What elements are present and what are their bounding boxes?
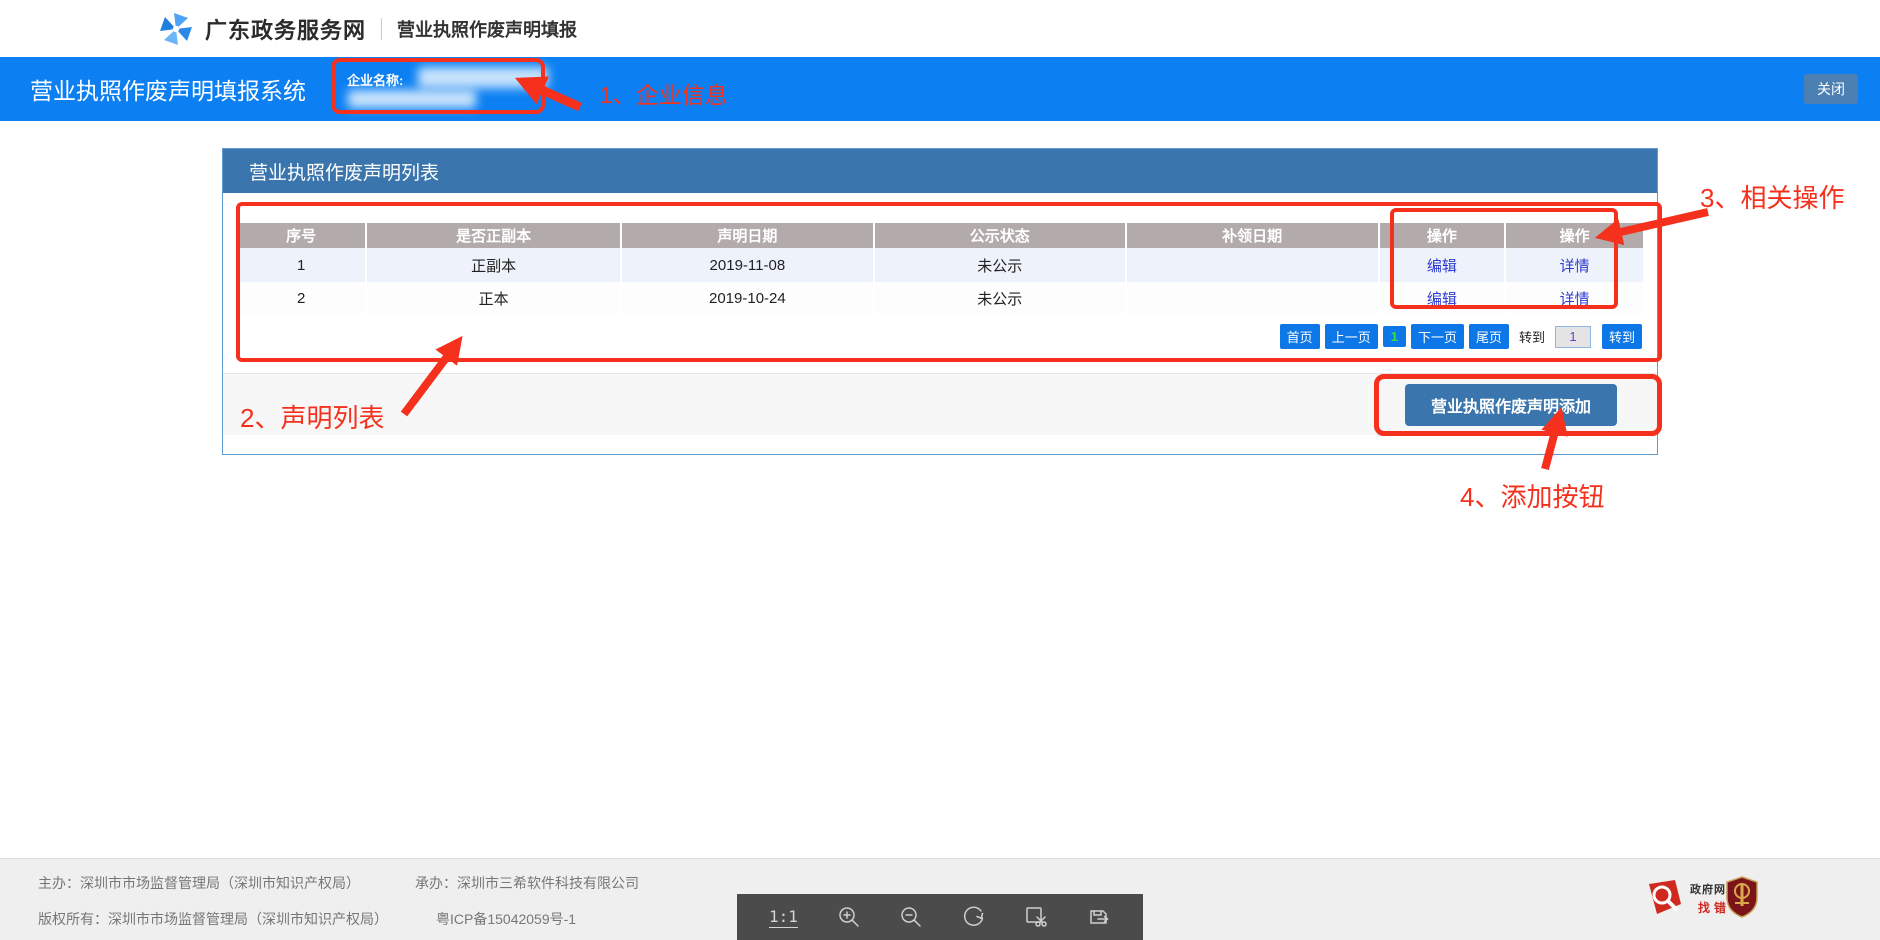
detail-link[interactable]: 详情 <box>1560 258 1590 275</box>
table-row: 2 正本 2019-10-24 未公示 编辑 详情 <box>237 282 1643 314</box>
image-viewer-toolbar: 1:1 <box>737 894 1143 940</box>
col-reissue-date: 补领日期 <box>1126 223 1379 248</box>
zoom-in-icon[interactable] <box>837 905 861 929</box>
crop-screenshot-icon[interactable] <box>1024 905 1048 929</box>
edit-link[interactable]: 编辑 <box>1427 258 1457 275</box>
app-title: 营业执照作废声明填报 <box>397 16 577 42</box>
cell-reissue-date <box>1126 282 1379 314</box>
cell-seq: 2 <box>237 282 366 314</box>
undertaker-label: 承办： <box>415 875 457 891</box>
panel-footer: 营业执照作废声明添加 <box>223 373 1657 435</box>
cell-seq: 1 <box>237 248 366 282</box>
copyright-value: 深圳市市场监督管理局（深圳市知识产权局） <box>108 911 388 927</box>
rotate-icon[interactable] <box>962 905 986 929</box>
annotation-label-operations: 3、相关操作 <box>1700 178 1844 215</box>
icp-number: 粤ICP备15042059号-1 <box>436 911 576 927</box>
col-copy-type: 是否正副本 <box>366 223 620 248</box>
site-header: 广东政务服务网 营业执照作废声明填报 <box>0 0 1880 57</box>
col-declare-date: 声明日期 <box>621 223 874 248</box>
redacted-company-name <box>418 67 548 88</box>
goto-label: 转到 <box>1519 327 1545 346</box>
brand-title: 广东政务服务网 <box>205 13 366 45</box>
col-publicity: 公示状态 <box>874 223 1126 248</box>
col-seq: 序号 <box>237 223 366 248</box>
panel-title: 营业执照作废声明列表 <box>249 158 439 185</box>
col-operation-1: 操作 <box>1379 223 1506 248</box>
page-current-button[interactable]: 1 <box>1383 326 1406 347</box>
close-button[interactable]: 关闭 <box>1804 74 1858 104</box>
declaration-list-panel: 营业执照作废声明列表 序号 是否正副本 声明日期 公示状态 补领日期 操作 操作 <box>222 148 1658 455</box>
page-last-button[interactable]: 尾页 <box>1469 324 1509 349</box>
header-divider <box>381 18 382 40</box>
page-next-button[interactable]: 下一页 <box>1411 324 1464 349</box>
annotation-label-add: 4、添加按钮 <box>1460 477 1604 514</box>
add-declaration-button[interactable]: 营业执照作废声明添加 <box>1405 384 1617 426</box>
annotation-arrows <box>0 0 1880 940</box>
zoom-out-icon[interactable] <box>899 905 923 929</box>
save-export-icon[interactable] <box>1087 905 1111 929</box>
cell-copy-type: 正副本 <box>366 248 620 282</box>
actual-size-button[interactable]: 1:1 <box>769 907 798 928</box>
copyright-label: 版权所有： <box>38 911 108 927</box>
annotation-overlay: 1、企业信息 2、声明列表 3、相关操作 4、添加按钮 <box>0 0 1880 940</box>
pagination: 首页 上一页 1 下一页 尾页 转到 转到 <box>223 324 1642 349</box>
cell-copy-type: 正本 <box>366 282 620 314</box>
host-label: 主办： <box>38 875 80 891</box>
cell-reissue-date <box>1126 248 1379 282</box>
gov-site-error-badge[interactable]: 政府网站 找错 <box>1645 878 1738 918</box>
cell-declare-date: 2019-11-08 <box>621 248 874 282</box>
declaration-table: 序号 是否正副本 声明日期 公示状态 补领日期 操作 操作 1 正副本 2019… <box>237 223 1643 314</box>
detail-link[interactable]: 详情 <box>1560 291 1590 308</box>
find-error-magnifier-icon <box>1645 878 1685 918</box>
page-first-button[interactable]: 首页 <box>1280 324 1320 349</box>
system-title: 营业执照作废声明填报系统 <box>30 72 306 106</box>
cell-publicity: 未公示 <box>874 282 1126 314</box>
edit-link[interactable]: 编辑 <box>1427 291 1457 308</box>
table-row: 1 正副本 2019-11-08 未公示 编辑 详情 <box>237 248 1643 282</box>
col-operation-2: 操作 <box>1505 223 1643 248</box>
cell-publicity: 未公示 <box>874 248 1126 282</box>
goto-button[interactable]: 转到 <box>1602 324 1642 349</box>
undertaker-value: 深圳市三希软件科技有限公司 <box>457 875 639 891</box>
company-name-label: 企业名称: <box>347 70 403 89</box>
panel-header: 营业执照作废声明列表 <box>223 149 1657 193</box>
table-header-row: 序号 是否正副本 声明日期 公示状态 补领日期 操作 操作 <box>237 223 1643 248</box>
host-value: 深圳市市场监督管理局（深圳市知识产权局） <box>80 875 360 891</box>
police-shield-badge-icon[interactable] <box>1726 876 1758 918</box>
redacted-company-code <box>348 90 476 108</box>
page-prev-button[interactable]: 上一页 <box>1325 324 1378 349</box>
footer-copyright-line: 版权所有：深圳市市场监督管理局（深圳市知识产权局） 粤ICP备15042059号-… <box>38 909 576 929</box>
system-banner: 营业执照作废声明填报系统 企业名称: 关闭 <box>0 57 1880 121</box>
goto-page-input[interactable] <box>1555 326 1591 348</box>
footer-host-line: 主办：深圳市市场监督管理局（深圳市知识产权局） 承办：深圳市三希软件科技有限公司 <box>38 873 639 893</box>
gdzwfw-logo-icon <box>158 11 194 47</box>
cell-declare-date: 2019-10-24 <box>621 282 874 314</box>
